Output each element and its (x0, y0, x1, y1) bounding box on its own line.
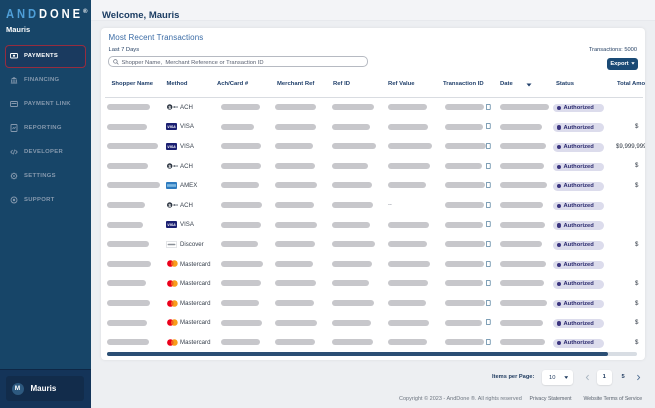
svg-text:VISA: VISA (167, 125, 176, 129)
svg-text:VISA: VISA (167, 145, 176, 149)
svg-text:$: $ (168, 164, 171, 169)
svg-text:$: $ (168, 203, 171, 208)
svg-text:$: $ (168, 105, 171, 110)
svg-text:VISA: VISA (167, 223, 176, 227)
